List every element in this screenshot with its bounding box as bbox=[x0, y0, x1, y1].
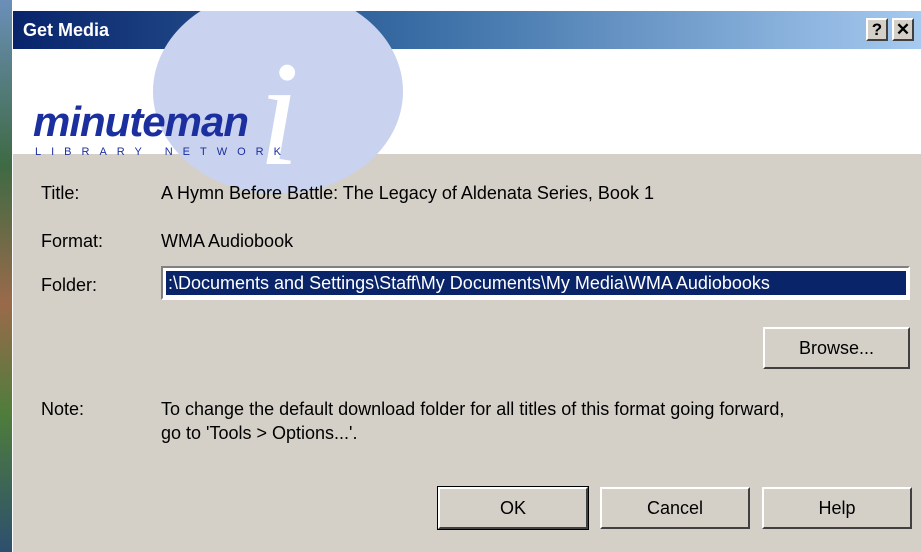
note-label: Note: bbox=[41, 399, 85, 419]
ok-button[interactable]: OK bbox=[437, 486, 589, 530]
desktop-background bbox=[0, 0, 12, 552]
title-label: Title: bbox=[41, 183, 80, 203]
info-i-letter: i bbox=[258, 31, 300, 197]
get-media-dialog: Get Media ? ✕ i minuteman LIBRARY NETWOR… bbox=[12, 10, 921, 552]
logo-subtitle: LIBRARY NETWORK bbox=[35, 146, 291, 158]
banner: i minuteman LIBRARY NETWORK bbox=[13, 11, 921, 194]
browse-button[interactable]: Browse... bbox=[763, 327, 910, 369]
title-bar[interactable]: Get Media ? ✕ bbox=[13, 11, 921, 49]
folder-label: Folder: bbox=[41, 275, 98, 295]
cancel-button[interactable]: Cancel bbox=[600, 487, 750, 529]
title-value: A Hymn Before Battle: The Legacy of Alde… bbox=[161, 183, 654, 203]
minuteman-logo: minuteman bbox=[33, 98, 249, 145]
folder-path-text[interactable]: :\Documents and Settings\Staff\My Docume… bbox=[166, 271, 906, 295]
close-button[interactable]: ✕ bbox=[892, 18, 914, 41]
help-button[interactable]: ? bbox=[866, 18, 888, 41]
help-dialog-button[interactable]: Help bbox=[762, 487, 912, 529]
note-line-1: To change the default download folder fo… bbox=[161, 399, 785, 419]
format-value: WMA Audiobook bbox=[161, 231, 294, 251]
format-label: Format: bbox=[41, 231, 104, 251]
folder-input[interactable]: :\Documents and Settings\Staff\My Docume… bbox=[161, 266, 910, 300]
note-line-2: go to 'Tools > Options...'. bbox=[161, 423, 358, 443]
window-title: Get Media bbox=[23, 20, 110, 40]
